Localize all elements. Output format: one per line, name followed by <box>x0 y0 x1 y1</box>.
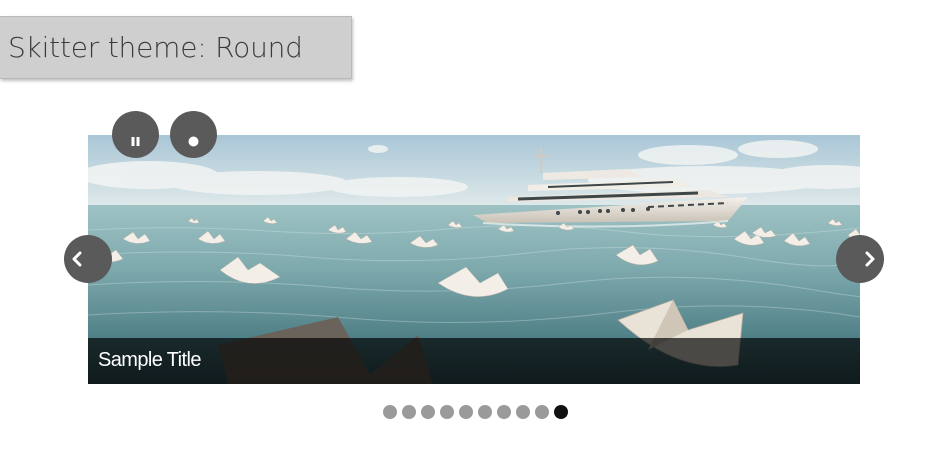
pause-button[interactable] <box>112 111 159 158</box>
slide-dot-8[interactable] <box>516 405 530 419</box>
slide-dot-5[interactable] <box>459 405 473 419</box>
slide-dot-4[interactable] <box>440 405 454 419</box>
slide-dot-10[interactable] <box>554 405 568 419</box>
stop-icon <box>188 136 199 147</box>
next-slide-button[interactable] <box>836 235 884 283</box>
image-slider[interactable]: Sample Title <box>88 135 860 384</box>
chevron-right-icon <box>865 251 875 267</box>
stop-button[interactable] <box>170 111 217 158</box>
page-title: Skitter theme: Round <box>8 31 303 64</box>
slide-dot-2[interactable] <box>402 405 416 419</box>
caption-bar: Sample Title <box>88 338 860 384</box>
slide-dot-6[interactable] <box>478 405 492 419</box>
slide-dot-7[interactable] <box>497 405 511 419</box>
prev-slide-button[interactable] <box>64 235 112 283</box>
slide-caption: Sample Title <box>98 349 201 371</box>
pause-icon <box>131 137 140 146</box>
theme-title-box: Skitter theme: Round <box>0 16 352 79</box>
slide-dot-9[interactable] <box>535 405 549 419</box>
slide-dot-3[interactable] <box>421 405 435 419</box>
chevron-left-icon <box>72 251 82 267</box>
slide-dot-1[interactable] <box>383 405 397 419</box>
